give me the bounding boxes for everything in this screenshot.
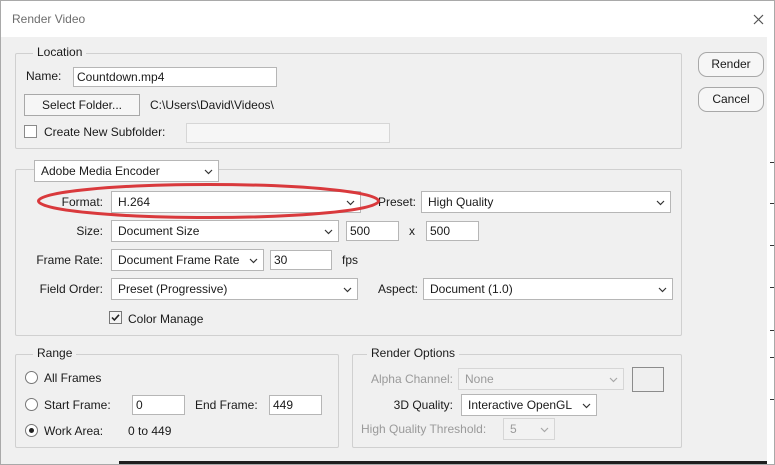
- quality-label: 3D Quality:: [393, 398, 453, 412]
- size-label: Size:: [76, 224, 103, 238]
- threshold-value: 5: [510, 422, 517, 436]
- range-legend: Range: [33, 346, 77, 360]
- chevron-down-icon: [582, 403, 591, 409]
- subfolder-input[interactable]: [186, 123, 390, 143]
- color-manage-label: Color Manage: [128, 312, 204, 326]
- name-label: Name:: [26, 69, 62, 83]
- cancel-button[interactable]: Cancel: [698, 87, 764, 112]
- field-order-select[interactable]: Preset (Progressive): [111, 278, 358, 300]
- frame-rate-select[interactable]: Document Frame Rate: [111, 249, 264, 271]
- renderer-value: Adobe Media Encoder: [41, 164, 160, 178]
- title-bar: Render Video: [1, 1, 774, 37]
- chevron-down-icon: [656, 200, 665, 206]
- aspect-label: Aspect:: [377, 282, 418, 296]
- all-frames-label: All Frames: [44, 371, 102, 385]
- threshold-select[interactable]: 5: [503, 418, 555, 440]
- work-area-radio[interactable]: [25, 424, 38, 437]
- field-order-label: Field Order:: [39, 282, 103, 296]
- chevron-down-icon: [324, 229, 333, 235]
- create-subfolder-label: Create New Subfolder:: [44, 125, 166, 139]
- render-button[interactable]: Render: [698, 52, 764, 77]
- start-frame-input[interactable]: 0: [132, 395, 185, 415]
- all-frames-radio[interactable]: [25, 371, 38, 384]
- height-input[interactable]: 500: [426, 221, 479, 241]
- fps-unit: fps: [342, 253, 359, 267]
- quality-select[interactable]: Interactive OpenGL: [461, 394, 597, 416]
- fps-input[interactable]: 30: [270, 250, 332, 270]
- start-frame-radio[interactable]: [25, 398, 38, 411]
- frame-rate-value: Document Frame Rate: [118, 253, 240, 267]
- preset-value: High Quality: [428, 195, 494, 209]
- background-app-edge: [767, 37, 774, 464]
- background-app-strip: [119, 461, 767, 464]
- name-input[interactable]: Countdown.mp4: [73, 67, 277, 87]
- work-area-label: Work Area:: [44, 424, 104, 438]
- field-order-value: Preset (Progressive): [118, 282, 228, 296]
- render-options-legend: Render Options: [367, 346, 460, 360]
- select-folder-button[interactable]: Select Folder...: [24, 94, 140, 116]
- frame-rate-label: Frame Rate:: [36, 253, 103, 267]
- close-icon: [753, 14, 763, 24]
- chevron-down-icon: [609, 377, 618, 383]
- end-frame-input[interactable]: 449: [269, 395, 322, 415]
- start-frame-label: Start Frame:: [44, 398, 111, 412]
- folder-path: C:\Users\David\Videos\: [150, 98, 274, 112]
- create-subfolder-checkbox[interactable]: [24, 125, 37, 138]
- dialog-title: Render Video: [12, 12, 86, 26]
- render-video-dialog: Render Video Render Cancel Location Name…: [0, 0, 775, 465]
- alpha-channel-value: None: [465, 372, 494, 386]
- size-value: Document Size: [118, 224, 200, 238]
- quality-value: Interactive OpenGL: [468, 398, 573, 412]
- renderer-select[interactable]: Adobe Media Encoder: [34, 160, 219, 182]
- chevron-down-icon: [249, 258, 258, 264]
- color-manage-checkbox[interactable]: [109, 311, 122, 324]
- chevron-down-icon: [343, 287, 352, 293]
- width-input[interactable]: 500: [346, 221, 399, 241]
- chevron-down-icon: [540, 427, 549, 433]
- checkmark-icon: [111, 314, 120, 322]
- location-legend: Location: [33, 45, 87, 59]
- size-select[interactable]: Document Size: [111, 220, 339, 242]
- threshold-label: High Quality Threshold:: [361, 422, 487, 436]
- annotation-ellipse: [37, 183, 380, 219]
- work-area-value: 0 to 449: [128, 424, 172, 438]
- preset-select[interactable]: High Quality: [421, 191, 671, 213]
- alpha-channel-select[interactable]: None: [458, 368, 624, 390]
- chevron-down-icon: [658, 287, 667, 293]
- chevron-down-icon: [204, 169, 213, 175]
- end-frame-label: End Frame:: [195, 398, 258, 412]
- aspect-select[interactable]: Document (1.0): [423, 278, 673, 300]
- alpha-channel-label: Alpha Channel:: [370, 372, 453, 386]
- color-swatch[interactable]: [632, 367, 664, 392]
- close-button[interactable]: [745, 7, 771, 31]
- aspect-value: Document (1.0): [430, 282, 513, 296]
- size-by-label: x: [409, 224, 415, 238]
